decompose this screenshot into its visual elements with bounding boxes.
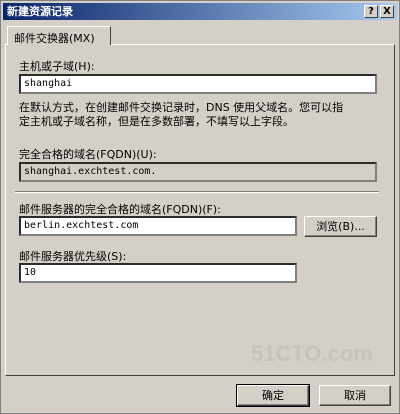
cancel-button[interactable]: 取消 (319, 385, 391, 406)
title-bar: 新建资源记录 ? X (3, 3, 397, 20)
priority-label: 邮件服务器优先级(S): (19, 250, 127, 263)
host-input[interactable]: shanghai (19, 74, 377, 94)
mail-server-label: 邮件服务器的完全合格的域名(FQDN)(F): (19, 203, 221, 216)
description-line-2: 定主机或子域名称，但是在多数部署，不填写以上字段。 (19, 115, 294, 128)
tab-mx-label: 邮件交换器(MX) (14, 32, 95, 45)
separator (15, 191, 379, 193)
browse-button[interactable]: 浏览(B)... (304, 216, 377, 237)
mail-server-input[interactable]: berlin.exchtest.com (19, 216, 297, 236)
fqdn-readonly-field: shanghai.exchtest.com. (19, 162, 377, 182)
close-button[interactable]: X (380, 5, 394, 18)
host-label: 主机或子域(H): (19, 60, 95, 73)
priority-input[interactable]: 10 (19, 263, 297, 283)
window-title: 新建资源记录 (7, 5, 73, 18)
help-button[interactable]: ? (364, 5, 378, 18)
fqdn-label: 完全合格的域名(FQDN)(U): (19, 148, 157, 161)
dialog-window: 新建资源记录 ? X 邮件交换器(MX) 主机或子域(H): shanghai … (0, 0, 400, 414)
tab-mx[interactable]: 邮件交换器(MX) (7, 26, 111, 45)
watermark-logo: 51CTO.com (251, 341, 373, 366)
ok-button[interactable]: 确定 (236, 384, 310, 407)
